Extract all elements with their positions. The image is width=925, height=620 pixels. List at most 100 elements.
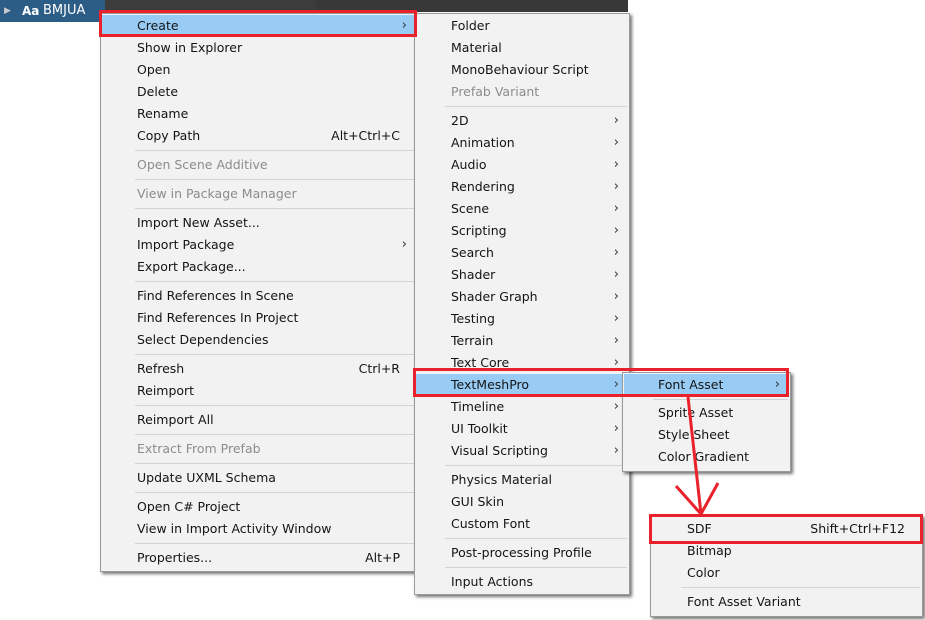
submenu-arrow-icon: › — [613, 223, 619, 238]
menu-item-shader[interactable]: Shader › — [416, 264, 628, 286]
menu-item-font-asset[interactable]: Font Asset › — [624, 374, 789, 396]
menu-item-post-processing-profile[interactable]: Post-processing Profile — [416, 542, 628, 564]
menu-item-label: Shader — [451, 267, 496, 282]
menu-item-label: Post-processing Profile — [451, 545, 592, 560]
menu-item-label: Scene — [451, 201, 490, 216]
menu-item-label: Find References In Project — [137, 310, 299, 325]
project-panel-strip-right — [316, 0, 628, 12]
menu-item-color-gradient[interactable]: Color Gradient — [624, 446, 789, 468]
menu-separator — [135, 543, 415, 544]
menu-separator — [135, 281, 415, 282]
menu-item-label: Material — [451, 40, 502, 55]
font-asset-icon: Aa — [22, 4, 40, 18]
menu-item-label: Properties... — [137, 550, 213, 565]
menu-item-animation[interactable]: Animation › — [416, 132, 628, 154]
menu-item-sprite-asset[interactable]: Sprite Asset — [624, 402, 789, 424]
submenu-arrow-icon: › — [613, 201, 619, 216]
menu-item-reimport-all[interactable]: Reimport All — [102, 409, 416, 431]
menu-item-label: UI Toolkit — [451, 421, 508, 436]
menu-item-export-package[interactable]: Export Package... — [102, 256, 416, 278]
menu-item-open-csharp-project[interactable]: Open C# Project — [102, 496, 416, 518]
menu-item-import-package[interactable]: Import Package › — [102, 234, 416, 256]
submenu-arrow-icon: › — [774, 377, 780, 392]
menu-item-open[interactable]: Open — [102, 59, 416, 81]
menu-separator — [135, 150, 415, 151]
menu-item-search[interactable]: Search › — [416, 242, 628, 264]
fold-arrow-icon[interactable]: ▶ — [4, 0, 11, 22]
menu-item-material[interactable]: Material — [416, 37, 628, 59]
submenu-arrow-icon: › — [613, 311, 619, 326]
menu-separator — [135, 354, 415, 355]
menu-item-physics-material[interactable]: Physics Material — [416, 469, 628, 491]
menu-item-color[interactable]: Color — [652, 562, 921, 584]
menu-item-timeline[interactable]: Timeline › — [416, 396, 628, 418]
menu-item-input-actions[interactable]: Input Actions — [416, 571, 628, 593]
menu-item-gui-skin[interactable]: GUI Skin — [416, 491, 628, 513]
menu-item-testing[interactable]: Testing › — [416, 308, 628, 330]
menu-item-extract-from-prefab: Extract From Prefab — [102, 438, 416, 460]
menu-item-show-in-explorer[interactable]: Show in Explorer — [102, 37, 416, 59]
menu-item-import-new-asset[interactable]: Import New Asset... — [102, 212, 416, 234]
menu-item-shader-graph[interactable]: Shader Graph › — [416, 286, 628, 308]
menu-item-label: Font Asset Variant — [687, 594, 801, 609]
menu-item-label: Terrain — [451, 333, 494, 348]
menu-item-label: Create — [137, 18, 179, 33]
menu-item-label: Copy Path — [137, 128, 201, 143]
submenu-arrow-icon: › — [613, 289, 619, 304]
menu-item-label: Timeline — [451, 399, 505, 414]
menu-item-view-in-import-activity-window[interactable]: View in Import Activity Window — [102, 518, 416, 540]
menu-item-ui-toolkit[interactable]: UI Toolkit › — [416, 418, 628, 440]
menu-item-label: Rendering — [451, 179, 515, 194]
menu-item-refresh[interactable]: Refresh Ctrl+R — [102, 358, 416, 380]
menu-item-rename[interactable]: Rename — [102, 103, 416, 125]
menu-item-select-dependencies[interactable]: Select Dependencies — [102, 329, 416, 351]
menu-item-label: Find References In Scene — [137, 288, 294, 303]
create-submenu: Folder Material MonoBehaviour Script Pre… — [414, 13, 630, 595]
menu-item-find-references-in-project[interactable]: Find References In Project — [102, 307, 416, 329]
menu-item-reimport[interactable]: Reimport — [102, 380, 416, 402]
menu-item-audio[interactable]: Audio › — [416, 154, 628, 176]
menu-item-terrain[interactable]: Terrain › — [416, 330, 628, 352]
menu-item-textmeshpro[interactable]: TextMeshPro › — [416, 374, 628, 396]
menu-item-update-uxml-schema[interactable]: Update UXML Schema — [102, 467, 416, 489]
menu-item-find-references-in-scene[interactable]: Find References In Scene — [102, 285, 416, 307]
menu-item-style-sheet[interactable]: Style Sheet — [624, 424, 789, 446]
menu-item-label: Open — [137, 62, 171, 77]
menu-item-create[interactable]: Create › — [102, 15, 416, 37]
font-asset-submenu: SDF Shift+Ctrl+F12 Bitmap Color Font Ass… — [650, 515, 923, 617]
menu-separator — [445, 106, 627, 107]
selected-asset-row[interactable]: ▶ Aa BMJUA — [0, 0, 105, 22]
menu-item-shortcut: Alt+P — [365, 550, 400, 565]
menu-item-label: Testing — [451, 311, 495, 326]
submenu-arrow-icon: › — [613, 245, 619, 260]
menu-item-text-core[interactable]: Text Core › — [416, 352, 628, 374]
menu-item-visual-scripting[interactable]: Visual Scripting › — [416, 440, 628, 462]
menu-item-delete[interactable]: Delete — [102, 81, 416, 103]
menu-separator — [445, 567, 627, 568]
menu-item-scripting[interactable]: Scripting › — [416, 220, 628, 242]
submenu-arrow-icon: › — [613, 377, 619, 392]
menu-item-label: Folder — [451, 18, 490, 33]
submenu-arrow-icon: › — [401, 18, 407, 33]
asset-name: BMJUA — [43, 3, 86, 18]
menu-item-scene[interactable]: Scene › — [416, 198, 628, 220]
menu-item-label: Style Sheet — [658, 427, 730, 442]
menu-item-folder[interactable]: Folder — [416, 15, 628, 37]
menu-item-label: Shader Graph — [451, 289, 538, 304]
menu-item-copy-path[interactable]: Copy Path Alt+Ctrl+C — [102, 125, 416, 147]
menu-item-label: Text Core — [451, 355, 510, 370]
menu-item-monobehaviour-script[interactable]: MonoBehaviour Script — [416, 59, 628, 81]
menu-separator — [653, 399, 788, 400]
menu-item-bitmap[interactable]: Bitmap — [652, 540, 921, 562]
textmeshpro-submenu: Font Asset › Sprite Asset Style Sheet Co… — [622, 372, 791, 472]
menu-item-properties[interactable]: Properties... Alt+P — [102, 547, 416, 569]
menu-item-sdf[interactable]: SDF Shift+Ctrl+F12 — [652, 518, 921, 540]
menu-item-2d[interactable]: 2D › — [416, 110, 628, 132]
menu-item-rendering[interactable]: Rendering › — [416, 176, 628, 198]
menu-item-label: SDF — [687, 521, 712, 536]
menu-item-custom-font[interactable]: Custom Font — [416, 513, 628, 535]
menu-item-label: Show in Explorer — [137, 40, 243, 55]
menu-item-font-asset-variant[interactable]: Font Asset Variant — [652, 591, 921, 613]
menu-item-label: Audio — [451, 157, 487, 172]
menu-item-label: View in Package Manager — [137, 186, 297, 201]
